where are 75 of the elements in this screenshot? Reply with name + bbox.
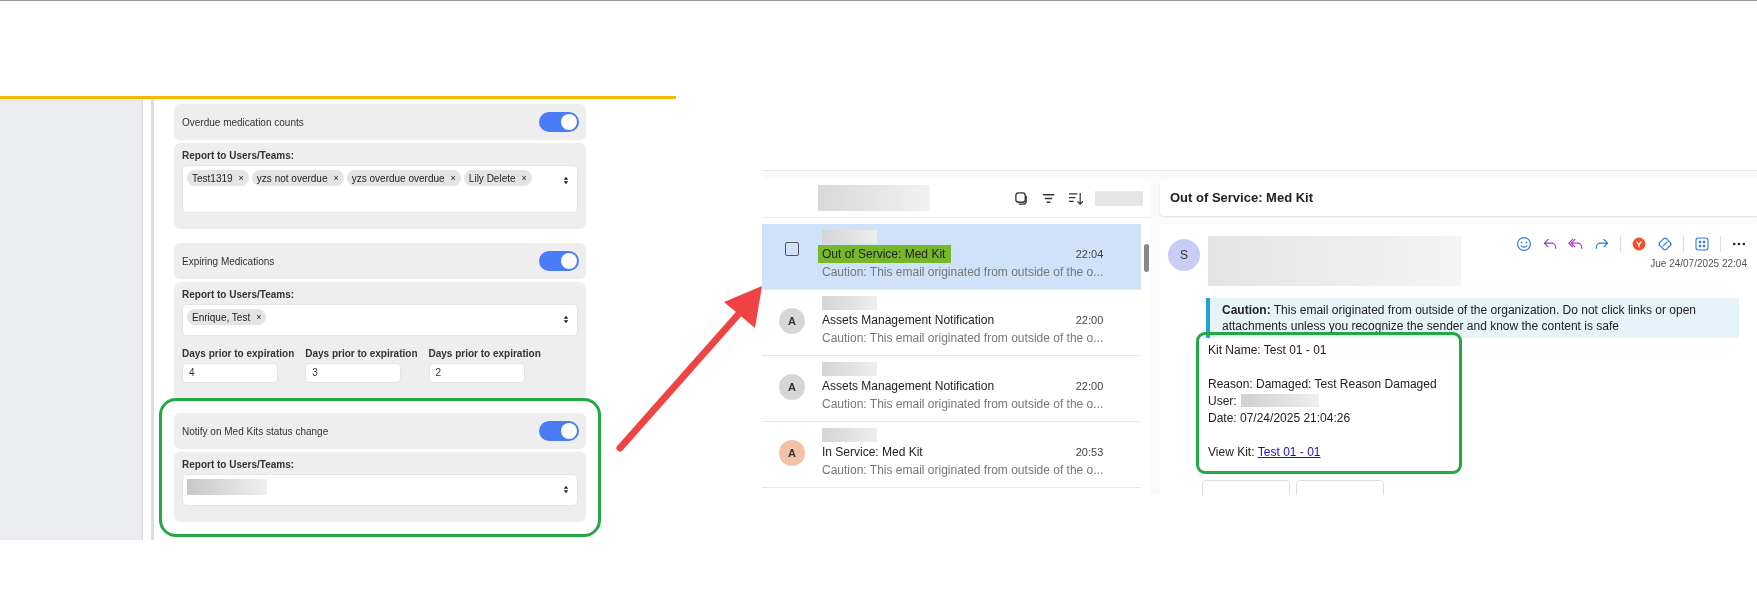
sort-caret-icon — [563, 485, 569, 494]
tag-icon[interactable] — [1657, 236, 1673, 252]
remove-tag-icon[interactable]: × — [333, 173, 339, 183]
message-item[interactable]: A Assets Management Notification 22:00 Caution: This email originated from outside of the o... — [762, 356, 1142, 422]
forward-icon[interactable] — [1594, 236, 1610, 252]
message-subject: Assets Management Notification — [822, 378, 995, 395]
tag-label: yzs not overdue — [256, 172, 328, 184]
toggle-switch[interactable] — [539, 421, 579, 441]
body-text: View Kit: — [1208, 444, 1255, 459]
number-field[interactable]: 4 — [182, 363, 278, 383]
message-preview: Caution: This email originated from outside of the o... — [822, 397, 1104, 411]
avatar: A — [779, 440, 805, 466]
message-subject: Assets Management Notification — [822, 312, 995, 329]
message-subject: Out of Service: Med Kit — [818, 245, 952, 263]
tag-label: yzs overdue overdue — [351, 172, 445, 184]
apps-icon[interactable] — [1694, 236, 1710, 252]
reply-icon[interactable] — [1542, 236, 1558, 252]
message-preview: Caution: This email originated from outside of the o... — [822, 265, 1104, 279]
blurred-text — [822, 362, 877, 376]
tag-label: Test1319 — [192, 172, 233, 184]
field-label: Report to Users/Teams: — [182, 150, 296, 161]
message-preview: Caution: This email originated from outside of the o... — [822, 463, 1104, 477]
message-time: 22:00 — [1075, 380, 1104, 392]
section-title: Expiring Medications — [182, 255, 275, 267]
blurred-text — [1095, 190, 1143, 206]
message-title: Out of Service: Med Kit — [1170, 190, 1314, 205]
section-title: Notify on Med Kits status change — [182, 425, 329, 437]
blurred-text — [822, 428, 877, 442]
body-text: User: — [1208, 393, 1237, 408]
checkbox[interactable] — [785, 242, 799, 256]
remove-tag-icon[interactable]: × — [450, 173, 456, 183]
message-item[interactable]: Out of Service: Med Kit 22:04 Caution: This email originated from outside of the o... — [762, 224, 1142, 290]
message-time: 20:53 — [1075, 446, 1104, 458]
field-label: Days prior to expiration — [305, 348, 418, 359]
number-field[interactable]: 3 — [305, 363, 402, 383]
blurred-text — [822, 296, 877, 310]
select-icon[interactable] — [1014, 190, 1029, 206]
field-label: Days prior to expiration — [182, 348, 295, 359]
tag-label: Lily Delete — [468, 172, 516, 184]
field-label: Report to Users/Teams: — [182, 459, 296, 470]
avatar: A — [779, 308, 805, 334]
kit-link[interactable]: Test 01 - 01 — [1257, 444, 1321, 459]
multi-select-field[interactable]: Enrique, Test × — [182, 304, 578, 336]
remove-tag-icon[interactable]: × — [521, 173, 527, 183]
message-date: Jue 24/07/2025 22:04 — [1650, 258, 1747, 269]
multi-select-field[interactable]: Test1319 × yzs not overdue × yzs overdue overdue × Lily Delete × — [182, 165, 578, 213]
blurred-text — [822, 230, 877, 244]
toggle-switch[interactable] — [539, 251, 579, 271]
app-icon[interactable] — [1631, 236, 1647, 252]
reply-all-icon[interactable] — [1568, 236, 1584, 252]
sender-avatar: S — [1168, 239, 1200, 271]
sort-caret-icon — [563, 176, 569, 185]
message-item[interactable]: A Assets Management Notification 22:00 Caution: This email originated from outside of the o... — [762, 290, 1142, 356]
body-text: Kit Name: Test 01 - 01 — [1208, 342, 1327, 357]
caution-text: Caution: This email originated from outside of the organization. Do not click links or open attachments unless you recognize the sender and know the content is safe — [1222, 302, 1697, 334]
emoji-icon[interactable] — [1516, 236, 1532, 252]
body-text: Reason: Damaged: Test Reason Damaged — [1208, 376, 1437, 391]
field-label: Days prior to expiration — [428, 348, 541, 359]
remove-tag-icon[interactable]: × — [256, 312, 262, 322]
message-time: 22:00 — [1075, 314, 1104, 326]
message-time: 22:04 — [1075, 248, 1104, 260]
avatar: A — [779, 374, 805, 400]
section-title: Overdue medication counts — [182, 116, 304, 128]
message-item[interactable]: A In Service: Med Kit 20:53 Caution: This email originated from outside of the o... — [762, 422, 1142, 488]
field-label: Report to Users/Teams: — [182, 289, 296, 300]
number-field[interactable]: 2 — [428, 363, 525, 383]
message-preview: Caution: This email originated from outside of the o... — [822, 331, 1104, 345]
sort-caret-icon — [563, 315, 569, 324]
remove-tag-icon[interactable]: × — [238, 173, 244, 183]
body-text: Date: 07/24/2025 21:04:26 — [1208, 410, 1351, 425]
toggle-switch[interactable] — [539, 112, 579, 132]
sort-icon[interactable] — [1068, 190, 1083, 206]
select-field[interactable] — [182, 474, 578, 506]
message-subject: In Service: Med Kit — [822, 444, 923, 461]
tag-label: Enrique, Test — [192, 311, 251, 323]
